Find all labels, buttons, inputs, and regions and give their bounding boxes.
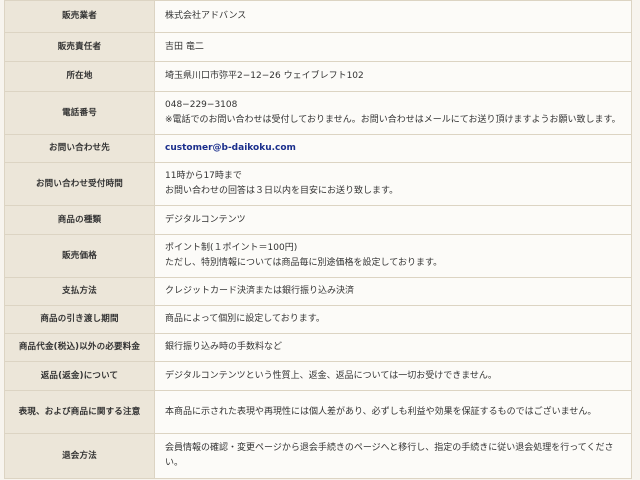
label-address: 所在地 — [4, 61, 155, 92]
table-row: お問い合わせ受付時間 11時から17時まで お問い合わせの回答は３日以内を目安に… — [4, 162, 632, 206]
value-disclaimer: 本商品に示された表現や再現性には個人差があり、必ずしも利益や効果を保証するもので… — [154, 390, 632, 434]
value-additional-fees: 銀行振り込み時の手数料など — [154, 333, 632, 362]
table-row: 支払方法 クレジットカード決済または銀行振り込み決済 — [4, 277, 632, 306]
commerce-info-table: 販売業者 株式会社アドバンス 販売責任者 吉田 竜二 所在地 埼玉県川口市弥平2… — [4, 0, 632, 479]
value-seller: 株式会社アドバンス — [154, 0, 632, 33]
value-product-type: デジタルコンテンツ — [154, 205, 632, 235]
price-system: ポイント制(１ポイント＝100円) — [165, 243, 298, 253]
payment-method: クレジットカード決済または銀行振り込み決済 — [165, 286, 355, 296]
withdrawal-procedure: 会員情報の確認・変更ページから退会手続きのページへと移行し、指定の手続きに従い退… — [165, 443, 614, 468]
price-note: ただし、特別情報については商品毎に別途価格を設定しております。 — [165, 258, 443, 268]
seller-name: 株式会社アドバンス — [165, 11, 247, 21]
value-payment-method: クレジットカード決済または銀行振り込み決済 — [154, 277, 632, 306]
contact-hours: 11時から17時まで — [165, 171, 242, 181]
table-row: 販売責任者 吉田 竜二 — [4, 32, 632, 62]
table-row: 商品の引き渡し期間 商品によって個別に設定しております。 — [4, 305, 632, 334]
value-responsible-person: 吉田 竜二 — [154, 32, 632, 62]
phone-note: ※電話でのお問い合わせは受付しておりません。お問い合わせはメールにてお送り頂けま… — [165, 115, 621, 125]
label-delivery-period: 商品の引き渡し期間 — [4, 305, 155, 334]
table-row: 所在地 埼玉県川口市弥平2−12−26 ウェイブレフト102 — [4, 61, 632, 92]
contact-email-link[interactable]: customer@b-daikoku.com — [165, 143, 296, 153]
label-contact-hours: お問い合わせ受付時間 — [4, 162, 155, 206]
label-withdrawal: 退会方法 — [4, 433, 155, 479]
label-contact: お問い合わせ先 — [4, 134, 155, 163]
table-row: 退会方法 会員情報の確認・変更ページから退会手続きのページへと移行し、指定の手続… — [4, 433, 632, 479]
value-price: ポイント制(１ポイント＝100円) ただし、特別情報については商品毎に別途価格を… — [154, 234, 632, 278]
value-delivery-period: 商品によって個別に設定しております。 — [154, 305, 632, 334]
label-product-type: 商品の種類 — [4, 205, 155, 235]
label-seller: 販売業者 — [4, 0, 155, 33]
table-row: 販売価格 ポイント制(１ポイント＝100円) ただし、特別情報については商品毎に… — [4, 234, 632, 278]
responsible-person-name: 吉田 竜二 — [165, 41, 204, 52]
value-withdrawal: 会員情報の確認・変更ページから退会手続きのページへと移行し、指定の手続きに従い退… — [154, 433, 632, 479]
additional-fees: 銀行振り込み時の手数料など — [165, 342, 283, 352]
value-address: 埼玉県川口市弥平2−12−26 ウェイブレフト102 — [154, 61, 632, 92]
table-row: 商品の種類 デジタルコンテンツ — [4, 205, 632, 235]
table-row: 電話番号 048−229−3108 ※電話でのお問い合わせは受付しておりません。… — [4, 91, 632, 135]
label-responsible-person: 販売責任者 — [4, 32, 155, 62]
table-row: 返品(返金)について デジタルコンテンツという性質上、返金、返品については一切お… — [4, 361, 632, 391]
table-row: 販売業者 株式会社アドバンス — [4, 0, 632, 33]
delivery-period: 商品によって個別に設定しております。 — [165, 314, 325, 324]
contact-hours-note: お問い合わせの回答は３日以内を目安にお送り致します。 — [165, 186, 399, 196]
page: 販売業者 株式会社アドバンス 販売責任者 吉田 竜二 所在地 埼玉県川口市弥平2… — [0, 0, 640, 480]
address-text: 埼玉県川口市弥平2−12−26 ウェイブレフト102 — [165, 71, 364, 81]
label-phone: 電話番号 — [4, 91, 155, 135]
value-returns: デジタルコンテンツという性質上、返金、返品については一切お受けできません。 — [154, 361, 632, 391]
label-price: 販売価格 — [4, 234, 155, 278]
label-disclaimer: 表現、および商品に関する注意 — [4, 390, 155, 434]
phone-number: 048−229−3108 — [165, 100, 238, 110]
value-contact: customer@b-daikoku.com — [154, 134, 632, 163]
returns-policy: デジタルコンテンツという性質上、返金、返品については一切お受けできません。 — [165, 370, 497, 381]
label-returns: 返品(返金)について — [4, 361, 155, 391]
value-contact-hours: 11時から17時まで お問い合わせの回答は３日以内を目安にお送り致します。 — [154, 162, 632, 206]
label-payment-method: 支払方法 — [4, 277, 155, 306]
disclaimer-text: 本商品に示された表現や再現性には個人差があり、必ずしも利益や効果を保証するもので… — [165, 406, 597, 417]
table-row: 表現、および商品に関する注意 本商品に示された表現や再現性には個人差があり、必ず… — [4, 390, 632, 434]
table-row: 商品代金(税込)以外の必要料金 銀行振り込み時の手数料など — [4, 333, 632, 362]
label-additional-fees: 商品代金(税込)以外の必要料金 — [4, 333, 155, 362]
product-type: デジタルコンテンツ — [165, 214, 246, 225]
table-row: お問い合わせ先 customer@b-daikoku.com — [4, 134, 632, 163]
value-phone: 048−229−3108 ※電話でのお問い合わせは受付しておりません。お問い合わ… — [154, 91, 632, 135]
